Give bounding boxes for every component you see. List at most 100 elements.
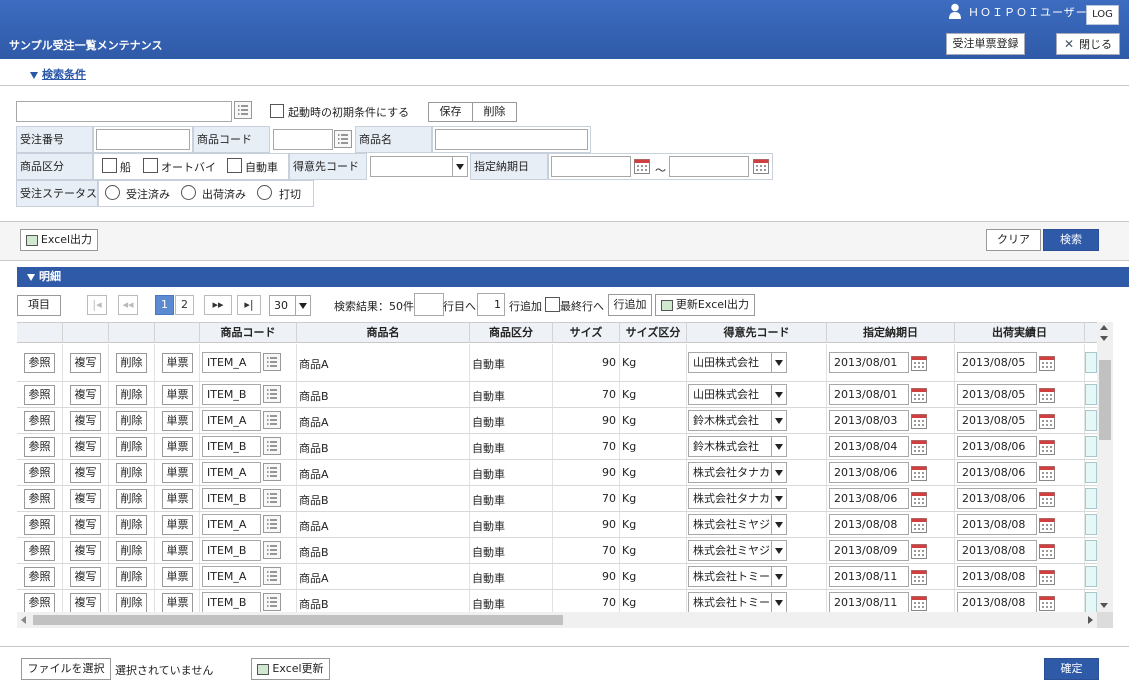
header-product-name[interactable]: 商品名 xyxy=(297,323,470,343)
due-date-field[interactable]: 2013/08/03 xyxy=(829,410,909,431)
list-icon[interactable] xyxy=(263,593,281,611)
file-select-button[interactable]: ファイルを選択 xyxy=(21,658,111,680)
due-date-from-input[interactable] xyxy=(551,156,631,177)
product-code-field[interactable]: ITEM_A xyxy=(202,514,261,535)
prev-page-icon[interactable]: ◂◂ xyxy=(118,295,138,315)
copy-button[interactable]: 複写 xyxy=(70,593,101,612)
view-button[interactable]: 参照 xyxy=(24,385,55,405)
list-icon[interactable] xyxy=(234,101,252,119)
header-customer-code[interactable]: 得意先コード xyxy=(687,323,827,343)
view-button[interactable]: 参照 xyxy=(24,541,55,561)
due-date-field[interactable]: 2013/08/01 xyxy=(829,384,909,405)
ship-date-field[interactable]: 2013/08/08 xyxy=(957,566,1037,587)
copy-button[interactable]: 複写 xyxy=(70,411,101,431)
copy-button[interactable]: 複写 xyxy=(70,437,101,457)
view-button[interactable]: 参照 xyxy=(24,593,55,612)
calendar-icon[interactable] xyxy=(1039,569,1055,585)
status-terminated-radio[interactable] xyxy=(257,185,272,200)
single-form-button[interactable]: 単票 xyxy=(162,593,193,612)
vertical-scrollbar[interactable] xyxy=(1097,322,1113,612)
last-page-icon[interactable]: ▸| xyxy=(237,295,261,315)
last-row-checkbox[interactable] xyxy=(545,297,560,312)
calendar-icon[interactable] xyxy=(911,439,927,455)
due-date-to-input[interactable] xyxy=(669,156,749,177)
product-code-field[interactable]: ITEM_A xyxy=(202,566,261,587)
search-section-toggle[interactable]: 検索条件 xyxy=(30,66,86,82)
list-icon[interactable] xyxy=(263,463,281,481)
page-1-button[interactable]: 1 xyxy=(155,295,174,315)
excel-output-button[interactable]: Excel出力 xyxy=(20,229,98,251)
list-icon[interactable] xyxy=(263,353,281,371)
calendar-icon[interactable] xyxy=(911,355,927,371)
calendar-icon[interactable] xyxy=(1039,491,1055,507)
single-form-button[interactable]: 単票 xyxy=(162,463,193,483)
calendar-icon[interactable] xyxy=(911,465,927,481)
copy-button[interactable]: 複写 xyxy=(70,515,101,535)
due-date-field[interactable]: 2013/08/06 xyxy=(829,488,909,509)
calendar-icon[interactable] xyxy=(1039,543,1055,559)
delete-button[interactable]: 削除 xyxy=(116,463,147,483)
product-code-field[interactable]: ITEM_B xyxy=(202,436,261,457)
list-icon[interactable] xyxy=(263,437,281,455)
next-column-field[interactable] xyxy=(1085,384,1097,405)
single-form-button[interactable]: 単票 xyxy=(162,567,193,587)
customer-select[interactable]: 山田株式会社 xyxy=(688,384,787,405)
status-ordered-radio[interactable] xyxy=(105,185,120,200)
delete-button[interactable]: 削除 xyxy=(116,489,147,509)
single-form-button[interactable]: 単票 xyxy=(162,541,193,561)
next-column-field[interactable] xyxy=(1085,566,1097,587)
preset-input[interactable] xyxy=(16,101,232,122)
calendar-icon[interactable] xyxy=(911,595,927,611)
due-date-field[interactable]: 2013/08/09 xyxy=(829,540,909,561)
scroll-down-icon[interactable] xyxy=(1100,336,1108,341)
ship-date-field[interactable]: 2013/08/08 xyxy=(957,514,1037,535)
single-form-button[interactable]: 単票 xyxy=(162,515,193,535)
calendar-icon[interactable] xyxy=(1039,387,1055,403)
product-code-input[interactable] xyxy=(273,129,333,150)
category-ship-checkbox[interactable] xyxy=(102,158,117,173)
close-button[interactable]: ✕ 閉じる xyxy=(1056,33,1120,55)
next-column-field[interactable] xyxy=(1085,462,1097,483)
row-add-button[interactable]: 行追加 xyxy=(608,294,652,316)
calendar-icon[interactable] xyxy=(911,387,927,403)
calendar-icon[interactable] xyxy=(1039,517,1055,533)
calendar-icon[interactable] xyxy=(911,517,927,533)
due-date-field[interactable]: 2013/08/06 xyxy=(829,462,909,483)
delete-button[interactable]: 削除 xyxy=(116,515,147,535)
next-column-field[interactable] xyxy=(1085,488,1097,509)
copy-button[interactable]: 複写 xyxy=(70,541,101,561)
copy-button[interactable]: 複写 xyxy=(70,567,101,587)
columns-button[interactable]: 項目 xyxy=(17,295,61,316)
delete-button[interactable]: 削除 xyxy=(116,411,147,431)
single-form-button[interactable]: 単票 xyxy=(162,489,193,509)
first-page-icon[interactable]: |◂ xyxy=(87,295,107,315)
calendar-icon[interactable] xyxy=(1039,465,1055,481)
save-button[interactable]: 保存 xyxy=(428,102,473,122)
header-category[interactable]: 商品区分 xyxy=(470,323,553,343)
order-register-button[interactable]: 受注単票登録 xyxy=(946,33,1025,55)
view-button[interactable]: 参照 xyxy=(24,353,55,373)
customer-select[interactable]: 株式会社トミー xyxy=(688,566,787,587)
update-excel-button[interactable]: 更新Excel出力 xyxy=(655,294,755,316)
header-size[interactable]: サイズ xyxy=(553,323,620,343)
list-icon[interactable] xyxy=(263,567,281,585)
copy-button[interactable]: 複写 xyxy=(70,489,101,509)
single-form-button[interactable]: 単票 xyxy=(162,353,193,373)
due-date-field[interactable]: 2013/08/11 xyxy=(829,592,909,612)
product-code-field[interactable]: ITEM_A xyxy=(202,462,261,483)
due-date-field[interactable]: 2013/08/01 xyxy=(829,352,909,373)
next-column-field[interactable] xyxy=(1085,410,1097,431)
copy-button[interactable]: 複写 xyxy=(70,463,101,483)
log-button[interactable]: LOG xyxy=(1086,5,1119,25)
ship-date-field[interactable]: 2013/08/08 xyxy=(957,540,1037,561)
ship-date-field[interactable]: 2013/08/05 xyxy=(957,410,1037,431)
calendar-icon[interactable] xyxy=(911,491,927,507)
single-form-button[interactable]: 単票 xyxy=(162,411,193,431)
list-icon[interactable] xyxy=(263,489,281,507)
customer-select[interactable]: 株式会社ミヤジ xyxy=(688,540,787,561)
copy-button[interactable]: 複写 xyxy=(70,385,101,405)
next-column-field[interactable] xyxy=(1085,592,1097,612)
product-code-field[interactable]: ITEM_B xyxy=(202,592,261,612)
page-2-button[interactable]: 2 xyxy=(175,295,194,315)
product-code-field[interactable]: ITEM_B xyxy=(202,488,261,509)
